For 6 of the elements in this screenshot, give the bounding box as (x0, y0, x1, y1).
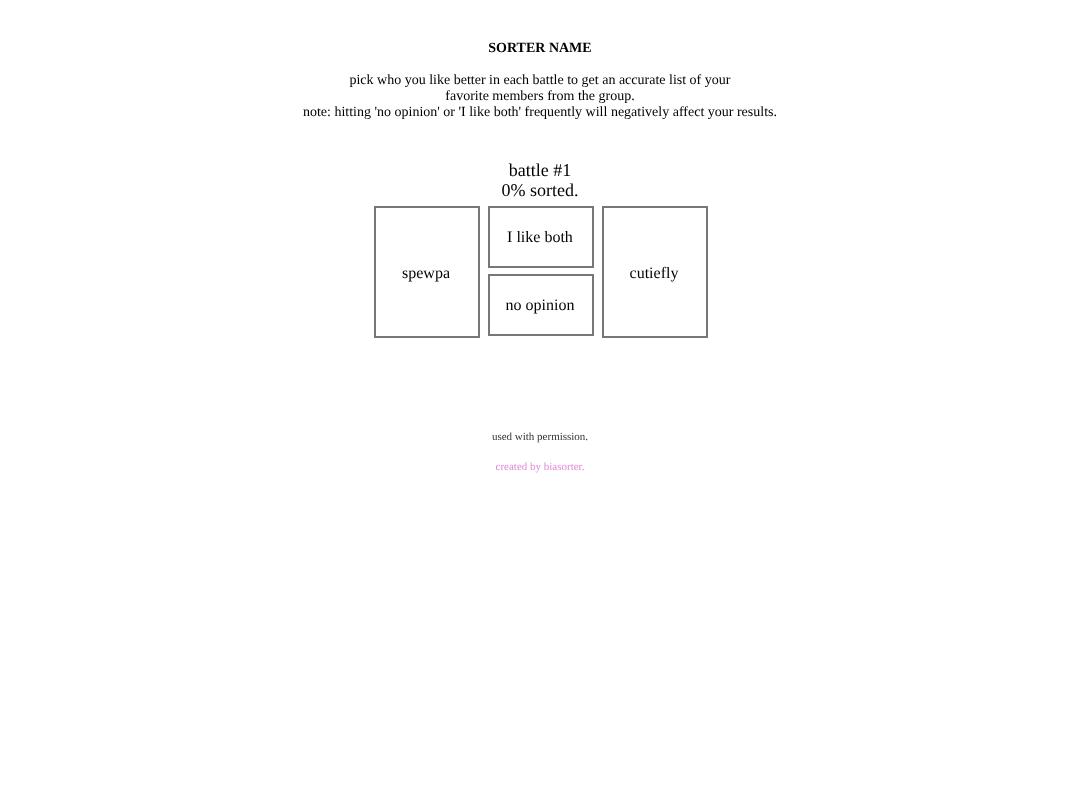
progress-text: 0% sorted. (501, 180, 579, 200)
left-choice-button[interactable]: spewpa (373, 206, 479, 338)
right-choice-button[interactable]: cutiefly (601, 206, 707, 338)
like-both-button[interactable]: I like both (487, 206, 593, 268)
no-opinion-button[interactable]: no opinion (487, 274, 593, 336)
battle-number: battle #1 (508, 160, 572, 180)
